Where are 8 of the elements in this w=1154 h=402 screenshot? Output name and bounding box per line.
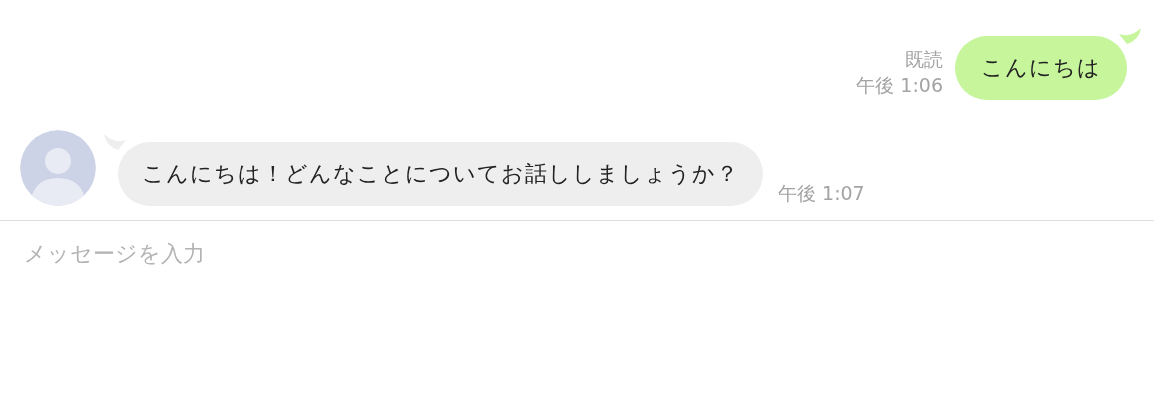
bubble-tail (1119, 28, 1143, 44)
message-time: 午後 1:06 (856, 73, 943, 98)
message-bubble: こんにちは！どんなことについてお話ししましょうか？ (118, 142, 763, 206)
avatar-icon (20, 130, 96, 206)
message-bubble: こんにちは (955, 36, 1127, 100)
read-receipt: 既読 (905, 47, 943, 72)
message-input[interactable]: メッセージを入力 (24, 241, 624, 266)
message-time: 午後 1:07 (778, 181, 865, 206)
